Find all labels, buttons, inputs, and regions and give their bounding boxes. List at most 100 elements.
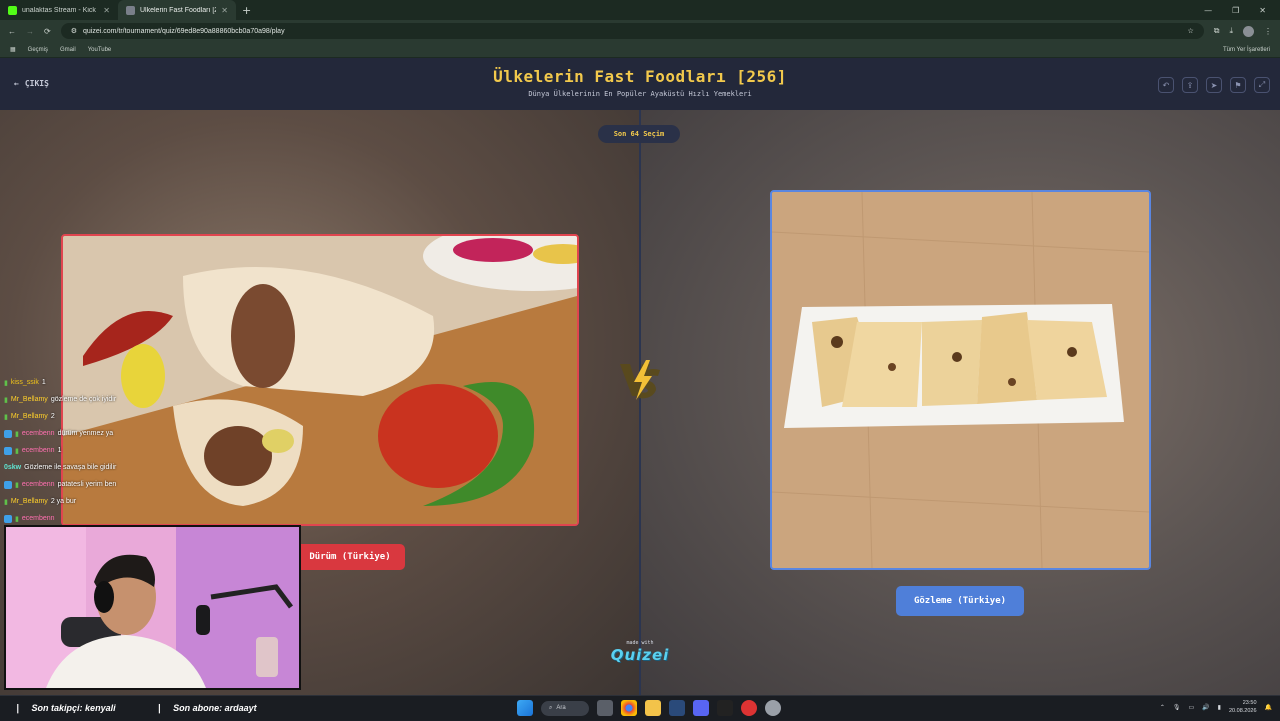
bookmark-history[interactable]: Geçmiş (28, 47, 48, 53)
page-title: Ülkelerin Fast Foodları [256] (493, 67, 787, 86)
site-info-icon[interactable]: ⚙ (71, 27, 77, 35)
chat-text: 1 (57, 447, 62, 454)
page-subtitle: Dünya Ülkelerinin En Popüler Ayaküstü Hı… (528, 90, 752, 98)
window-controls: — ❐ ✕ (1204, 6, 1280, 15)
bookmark-gmail[interactable]: Gmail (60, 47, 76, 53)
chat-username: kiss_ssik (10, 379, 39, 386)
chat-text: 1 (41, 379, 46, 386)
chat-dot-icon: ▮ (15, 481, 19, 489)
close-window-icon[interactable]: ✕ (1259, 6, 1266, 15)
stream-chat-overlay: ▮ kiss_ssik 1 ▮ Mr_Bellamy gözleme de ço… (4, 374, 204, 527)
notification-icon[interactable]: 🔔 (1265, 704, 1272, 711)
system-tray: ⌃ 🎙 ▭ 🔊 ▮ 23:50 20.08.2026 🔔 (1160, 699, 1272, 715)
quizei-logo: Quizei (610, 646, 670, 664)
chat-username: ecembenn (21, 447, 55, 454)
chat-username: Mr_Bellamy (10, 413, 48, 420)
chat-username: ecembenn (21, 481, 55, 488)
left-choice-label[interactable]: Dürüm (Türkiye) (295, 544, 405, 570)
search-icon: ⌕ (549, 704, 553, 711)
reload-icon[interactable]: ⟳ (44, 27, 51, 36)
steam-icon[interactable] (669, 700, 685, 716)
ticker-separator-icon: ❘ (14, 702, 22, 713)
microphone-icon[interactable]: 🎙 (1173, 704, 1181, 711)
chat-dot-icon: ▮ (4, 379, 8, 387)
url-field[interactable]: ⚙ quizei.com/tr/tournament/quiz/69ed8e90… (60, 23, 1204, 39)
latest-follower: Son takipçi: kenyali (31, 703, 116, 713)
chat-text: dürüm yenmez ya (57, 430, 114, 437)
chat-message: ▮ Mr_Bellamy 2 ya bur (4, 493, 204, 510)
subscriber-badge-icon (4, 514, 12, 523)
divider-line (639, 110, 641, 695)
chat-message: ▮ ecembenn patatesli yerim ben (4, 476, 204, 493)
download-icon[interactable]: ⤓ (1229, 26, 1233, 36)
tab-label: Ülkelerin Fast Foodları [256] - Q (140, 6, 217, 14)
file-explorer-icon[interactable] (645, 700, 661, 716)
subscriber-badge-icon (4, 429, 12, 438)
chat-dot-icon: ▮ (4, 498, 8, 506)
extensions-icon[interactable]: ⧉ (1214, 26, 1220, 36)
chat-dot-icon: ▮ (4, 413, 8, 421)
clock-time: 23:50 (1242, 700, 1257, 706)
right-choice-label[interactable]: Gözleme (Türkiye) (896, 586, 1024, 616)
profile-avatar[interactable] (1243, 25, 1254, 37)
minimize-icon[interactable]: — (1204, 6, 1212, 15)
subscriber-badge-icon (4, 446, 12, 455)
right-choice-card[interactable] (770, 190, 1151, 570)
chrome-icon[interactable] (621, 700, 637, 716)
settings-gear-icon[interactable] (765, 700, 781, 716)
chat-message: ▮ ecembenn 1 (4, 442, 204, 459)
tab-kick-dashboard[interactable]: unalaktas Stream - Kick Dashbo ✕ (0, 0, 118, 20)
close-icon[interactable]: ✕ (221, 6, 228, 15)
chevron-up-icon[interactable]: ⌃ (1160, 704, 1165, 711)
discord-icon[interactable] (693, 700, 709, 716)
header-actions: ↶ ⇪ ➤ ⚑ ⤢ (1158, 77, 1270, 93)
chat-message: ▮ kiss_ssik 1 (4, 374, 204, 391)
app-icon[interactable] (741, 700, 757, 716)
subscriber-badge-icon (4, 480, 12, 489)
network-icon[interactable]: ▭ (1189, 704, 1195, 711)
chat-message: ▮ ecembenn dürüm yenmez ya (4, 425, 204, 442)
windows-taskbar: ❘ Son takipçi: kenyali ❘ Son abone: arda… (0, 695, 1280, 720)
chat-username: 0skw (4, 464, 22, 471)
back-arrow-icon[interactable]: ← (8, 27, 16, 36)
chat-username: ecembenn (21, 430, 55, 437)
address-bar-row: ← → ⟳ ⚙ quizei.com/tr/tournament/quiz/69… (0, 20, 1280, 42)
flag-icon[interactable]: ⚑ (1230, 77, 1246, 93)
send-icon[interactable]: ➤ (1206, 77, 1222, 93)
taskbar-search[interactable]: ⌕ Ara (541, 700, 589, 716)
new-tab-button[interactable]: + (236, 4, 257, 17)
chat-username: Mr_Bellamy (10, 396, 48, 403)
tab-label: unalaktas Stream - Kick Dashbo (22, 6, 98, 14)
share-icon[interactable]: ⇪ (1182, 77, 1198, 93)
made-with-quizei[interactable]: made with Quizei (600, 640, 680, 664)
chat-text: 2 (50, 413, 55, 420)
stream-ticker: ❘ Son takipçi: kenyali ❘ Son abone: arda… (0, 696, 271, 721)
menu-icon[interactable]: ⋮ (1264, 27, 1272, 36)
battery-icon[interactable]: ▮ (1218, 704, 1221, 711)
all-bookmarks[interactable]: Tüm Yer İşaretleri (1223, 47, 1270, 53)
url-text: quizei.com/tr/tournament/quiz/69ed8e90a8… (82, 27, 285, 35)
chat-dot-icon: ▮ (15, 447, 19, 455)
capcut-icon[interactable] (717, 700, 733, 716)
task-view-icon[interactable] (597, 700, 613, 716)
chat-message: ▮ Mr_Bellamy 2 (4, 408, 204, 425)
volume-icon[interactable]: 🔊 (1202, 704, 1209, 711)
kick-favicon-icon (8, 5, 17, 15)
bookmark-youtube[interactable]: YouTube (88, 47, 112, 53)
taskbar-apps: ⌕ Ara (517, 700, 781, 716)
apps-icon[interactable]: ▦ (10, 46, 16, 53)
windows-start-icon[interactable] (517, 700, 533, 716)
bookmark-star-icon[interactable]: ☆ (1187, 27, 1193, 35)
clock[interactable]: 23:50 20.08.2026 (1229, 699, 1257, 715)
undo-icon[interactable]: ↶ (1158, 77, 1174, 93)
fullscreen-icon[interactable]: ⤢ (1254, 77, 1270, 93)
chat-dot-icon: ▮ (4, 396, 8, 404)
streamer-webcam (4, 525, 301, 690)
chat-message: ▮ Mr_Bellamy gözleme de çok iyidir (4, 391, 204, 408)
chat-username: Mr_Bellamy (10, 498, 48, 505)
maximize-icon[interactable]: ❐ (1232, 6, 1239, 15)
forward-arrow-icon[interactable]: → (26, 27, 34, 36)
close-icon[interactable]: ✕ (103, 6, 110, 15)
chat-dot-icon: ▮ (15, 515, 19, 523)
tab-quizei[interactable]: Ülkelerin Fast Foodları [256] - Q ✕ (118, 0, 236, 20)
